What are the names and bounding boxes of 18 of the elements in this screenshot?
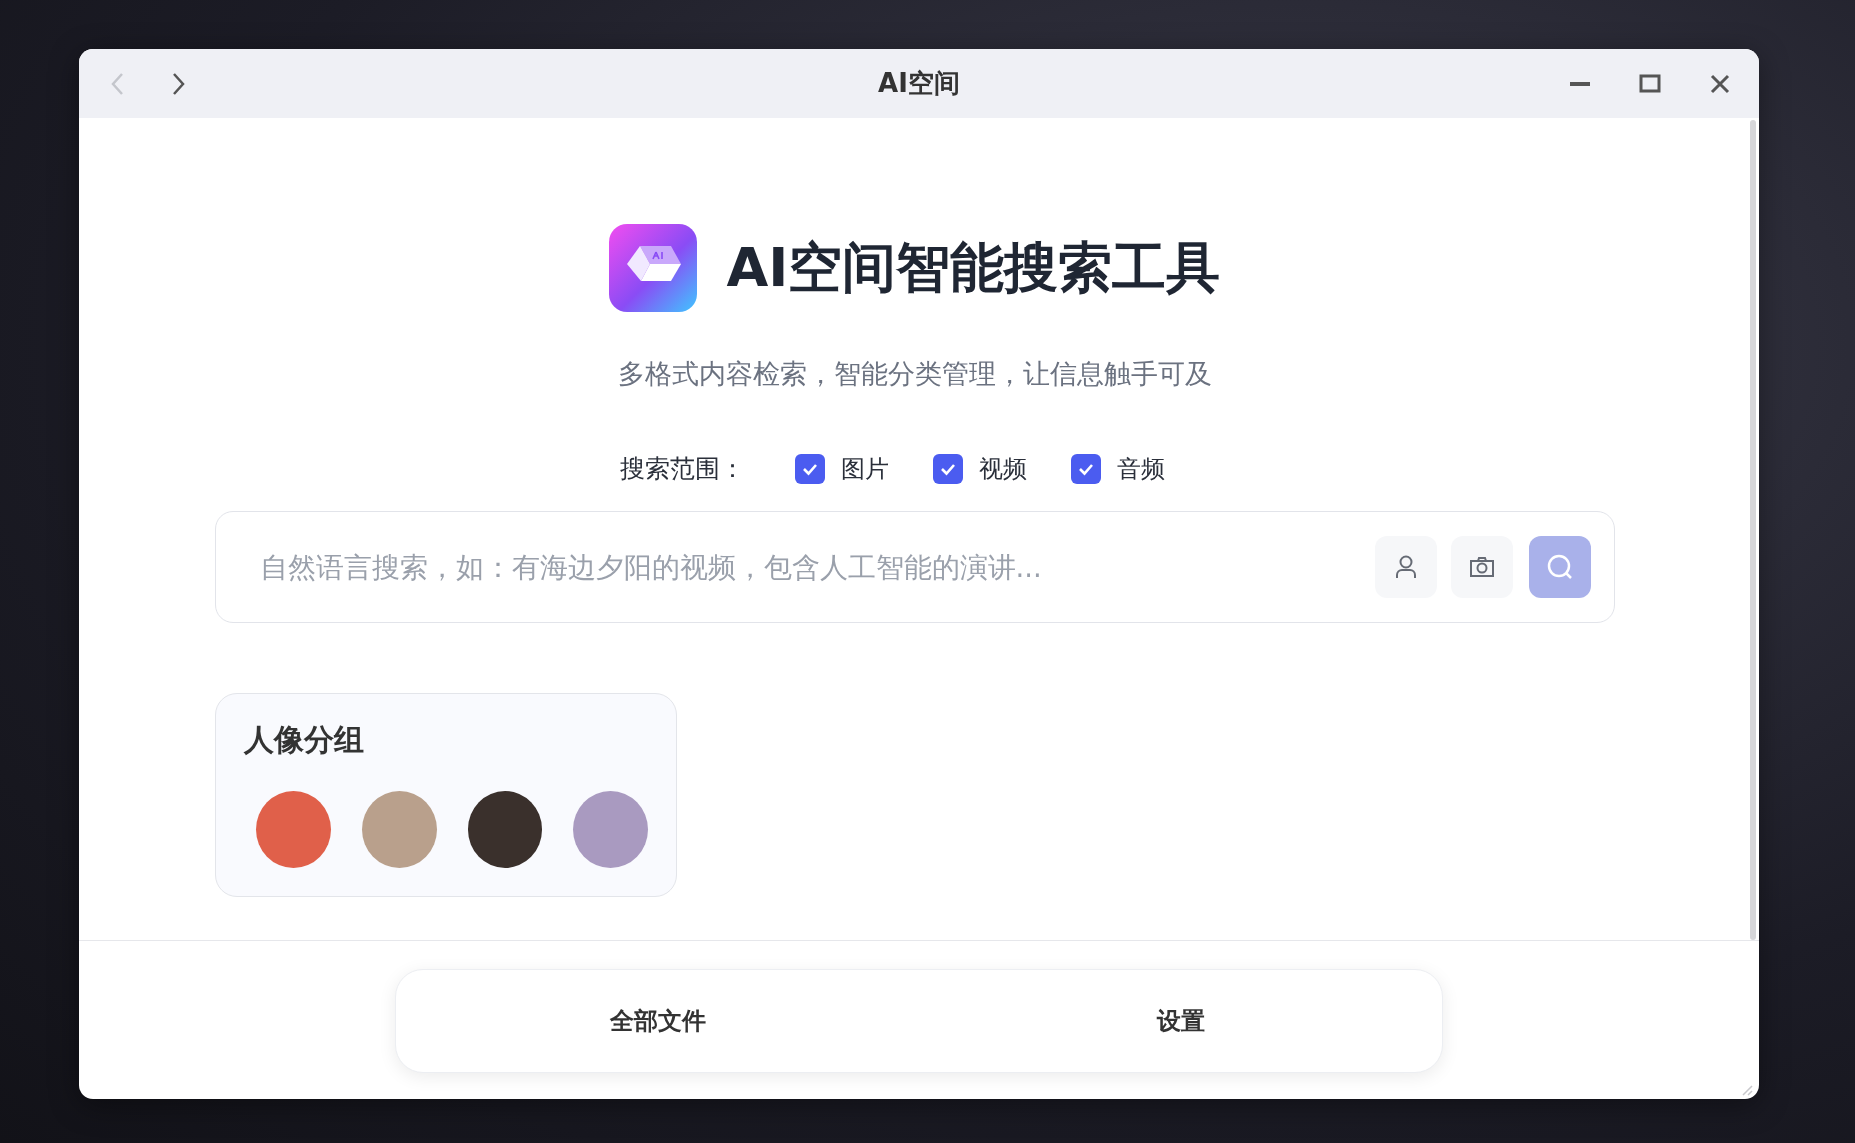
- nav-button[interactable]: 设置: [919, 1004, 1442, 1038]
- cube-logo-icon: [608, 224, 697, 312]
- checkbox-label[interactable]: 音频: [1117, 452, 1165, 485]
- scrollbar[interactable]: [1750, 120, 1756, 940]
- person-search-button[interactable]: [1374, 536, 1437, 598]
- card-title: 人像分组: [244, 721, 365, 759]
- checkbox-label[interactable]: 视频: [979, 452, 1027, 485]
- scope-label: 搜索范围：: [620, 453, 745, 485]
- nav-button[interactable]: 全部文件: [396, 1004, 919, 1038]
- app-title: AI空间智能搜索工具: [726, 234, 1221, 301]
- subtitle: 多格式内容检索，智能分类管理，让信息触手可及: [617, 357, 1212, 391]
- search-field[interactable]: 自然语言搜索，如：有海边夕阳的视频，包含人工智能的演讲...: [257, 550, 1361, 584]
- camera-button[interactable]: [1450, 536, 1513, 598]
- window-title: AI空间: [877, 67, 961, 100]
- checkbox[interactable]: [1071, 453, 1101, 484]
- checkbox[interactable]: [795, 453, 825, 484]
- checkbox[interactable]: [933, 453, 963, 484]
- checkbox-label[interactable]: 图片: [841, 452, 889, 485]
